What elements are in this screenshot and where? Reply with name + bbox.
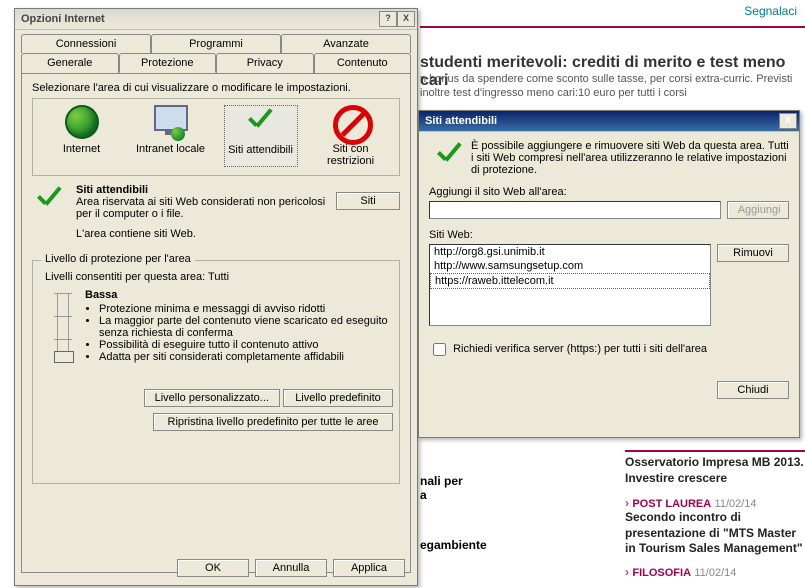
news-item-title[interactable]: Secondo incontro di presentazione di "MT…: [625, 510, 805, 557]
level-bullet: Possibilità di eseguire tutto il contenu…: [99, 339, 393, 351]
monitor-icon: [154, 105, 188, 131]
news-category[interactable]: FILOSOFIA: [632, 567, 691, 579]
ok-button[interactable]: OK: [177, 559, 249, 577]
site-item[interactable]: http://org8.gsi.unimib.it: [430, 245, 710, 259]
trusted-sites-dialog: Siti attendibili X È possibile aggiunger…: [418, 110, 800, 438]
news-date: 11/02/14: [715, 498, 757, 510]
add-site-label: Aggiungi il sito Web all'area:: [429, 186, 789, 198]
trusted-sites-message: È possibile aggiungere e rimuovere siti …: [471, 140, 789, 176]
level-description-list: Protezione minima e messaggi di avviso r…: [85, 303, 393, 363]
zone-list: Internet Intranet locale Siti attendibil…: [37, 103, 395, 171]
bg-partial-text-2: egambiente: [420, 538, 487, 552]
zone-label: Intranet locale: [135, 143, 207, 155]
current-zone-desc: Area riservata ai siti Web considerati n…: [76, 196, 325, 220]
level-bullet: Adatta per siti considerati completament…: [99, 351, 393, 363]
zone-trusted[interactable]: Siti attendibili: [224, 105, 298, 167]
sites-button[interactable]: Siti: [336, 192, 400, 210]
globe-icon: [65, 105, 99, 139]
level-bullet: La maggior parte del contenuto viene sca…: [99, 315, 393, 339]
cancel-button[interactable]: Annulla: [255, 559, 327, 577]
site-item[interactable]: http://www.samsungsetup.com: [430, 259, 710, 273]
zone-intranet[interactable]: Intranet locale: [135, 105, 207, 167]
check-icon: [32, 184, 68, 220]
titlebar[interactable]: Opzioni Internet ? X: [15, 9, 417, 30]
sites-list-label: Siti Web:: [429, 229, 789, 241]
apply-button[interactable]: Applica: [333, 559, 405, 577]
titlebar[interactable]: Siti attendibili X: [419, 111, 799, 132]
require-https-label[interactable]: Richiedi verifica server (https:) per tu…: [429, 343, 707, 355]
zone-internet[interactable]: Internet: [46, 105, 118, 167]
close-dialog-button[interactable]: Chiudi: [717, 381, 789, 399]
add-site-input[interactable]: [429, 201, 721, 219]
close-button[interactable]: X: [779, 113, 797, 129]
news-date: 11/02/14: [694, 567, 736, 579]
default-level-button[interactable]: Livello predefinito: [283, 389, 393, 407]
close-button[interactable]: X: [397, 11, 415, 27]
add-button[interactable]: Aggiungi: [727, 201, 789, 219]
require-https-text: Richiedi verifica server (https:) per tu…: [453, 343, 707, 355]
bg-partial-text-1: nali per a: [420, 474, 463, 502]
site-item[interactable]: https://raweb.ittelecom.it: [430, 273, 710, 289]
allowed-levels-text: Livelli consentiti per questa area: Tutt…: [45, 271, 393, 283]
tab-security[interactable]: Protezione: [119, 53, 217, 73]
tab-connections[interactable]: Connessioni: [21, 34, 151, 53]
security-level-legend: Livello di protezione per l'area: [41, 253, 195, 265]
dialog-title: Opzioni Internet: [21, 13, 105, 25]
zone-select-intro: Selezionare l'area di cui visualizzare o…: [32, 82, 400, 94]
tab-programs[interactable]: Programmi: [151, 34, 281, 53]
reset-all-zones-button[interactable]: Ripristina livello predefinito per tutte…: [153, 413, 393, 431]
help-button[interactable]: ?: [379, 11, 397, 27]
custom-level-button[interactable]: Livello personalizzato...: [144, 389, 280, 407]
check-icon: [433, 140, 467, 174]
segnalaci-link[interactable]: Segnalaci: [744, 4, 797, 18]
current-zone-title: Siti attendibili: [76, 184, 148, 196]
tab-content[interactable]: Contenuto: [314, 53, 412, 73]
security-level-slider[interactable]: [57, 293, 69, 363]
zone-contains-sites: L'area contiene siti Web.: [76, 228, 332, 240]
internet-options-dialog: Opzioni Internet ? X Connessioni Program…: [14, 8, 418, 586]
dialog-title: Siti attendibili: [425, 115, 497, 127]
noentry-icon: [333, 105, 373, 145]
bg-news-column: Osservatorio Impresa MB 2013. Investire …: [625, 455, 805, 579]
zone-restricted[interactable]: Siti con restrizioni: [315, 105, 387, 167]
bg-subtext: n bonus da spendere come sconto sulle ta…: [420, 72, 800, 101]
tab-privacy[interactable]: Privacy: [216, 53, 314, 73]
sites-listbox[interactable]: http://org8.gsi.unimib.it http://www.sam…: [429, 244, 711, 326]
require-https-checkbox[interactable]: [433, 343, 446, 356]
security-tab-panel: Selezionare l'area di cui visualizzare o…: [21, 73, 411, 573]
news-category[interactable]: POST LAUREA: [632, 498, 711, 510]
check-icon: [244, 106, 278, 140]
zone-label: Siti attendibili: [225, 144, 297, 156]
level-bullet: Protezione minima e messaggi di avviso r…: [99, 303, 393, 315]
slider-thumb[interactable]: [54, 351, 74, 363]
tab-general[interactable]: Generale: [21, 53, 119, 73]
tab-advanced[interactable]: Avanzate: [281, 34, 411, 53]
news-item-title[interactable]: Osservatorio Impresa MB 2013. Investire …: [625, 455, 805, 486]
zone-label: Siti con restrizioni: [315, 143, 387, 167]
zone-label: Internet: [46, 143, 118, 155]
level-name: Bassa: [85, 289, 117, 301]
remove-button[interactable]: Rimuovi: [717, 244, 789, 262]
